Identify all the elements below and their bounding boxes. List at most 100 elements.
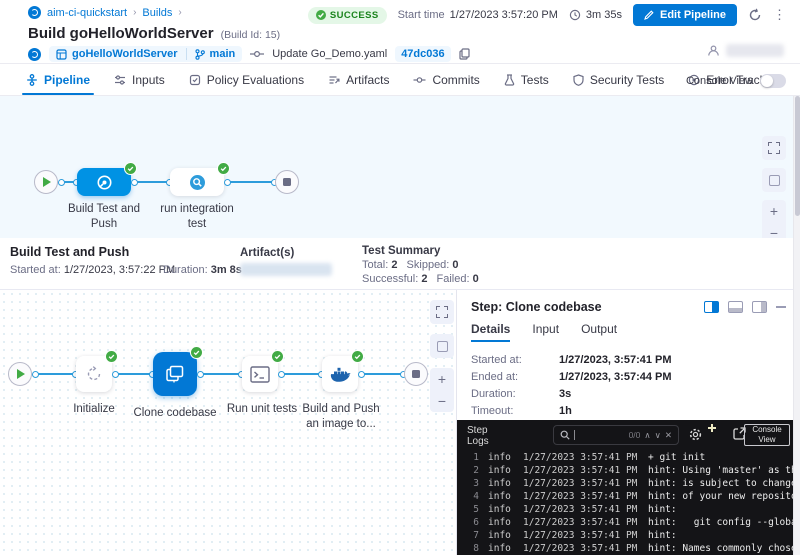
clone-codebase-icon xyxy=(164,363,186,385)
log-line: 7info1/27/2023 3:57:41 PMhint: xyxy=(457,529,800,542)
stage-node-build-test-push[interactable] xyxy=(77,168,131,196)
search-next-icon[interactable]: ∨ xyxy=(655,430,661,441)
tab-label: Inputs xyxy=(132,73,165,87)
fit-to-screen-button[interactable] xyxy=(762,136,786,160)
repo-branch-chip[interactable]: goHelloWorldServer main xyxy=(49,46,242,62)
bottom-layout-icon[interactable] xyxy=(728,301,743,313)
step-panel-title: Step: Clone codebase xyxy=(471,300,602,314)
stage-graph-canvas[interactable]: Build Test and Push run integration test… xyxy=(0,96,800,238)
search-close-icon[interactable]: ✕ xyxy=(665,430,672,441)
started-at-value: 1/27/2023, 3:57:41 PM xyxy=(559,354,672,366)
zoom-in-button[interactable]: + xyxy=(762,200,786,222)
stage-node-run-integration-test[interactable] xyxy=(170,168,224,196)
step-node-run-unit-tests[interactable] xyxy=(242,356,278,392)
tab-details[interactable]: Details xyxy=(471,322,510,342)
reset-view-button[interactable] xyxy=(762,168,786,192)
zoom-out-button[interactable]: − xyxy=(430,390,454,412)
tab-commits[interactable]: Commits xyxy=(401,65,491,95)
start-time: Start time 1/27/2023 3:57:20 PM xyxy=(398,9,558,21)
breadcrumb: aim-ci-quickstart › Builds › xyxy=(28,6,182,19)
tab-inputs[interactable]: Inputs xyxy=(102,65,177,95)
step-success-badge xyxy=(105,350,118,363)
build-id: (Build Id: 15) xyxy=(221,29,281,41)
scrollbar-thumb[interactable] xyxy=(795,96,800,216)
edit-pipeline-button[interactable]: Edit Pipeline xyxy=(633,4,737,26)
flask-icon xyxy=(504,74,515,86)
user-icon xyxy=(707,44,720,57)
stage-label[interactable]: run integration test xyxy=(152,202,242,232)
skipped-value: 0 xyxy=(452,259,458,271)
successful-value: 2 xyxy=(421,273,427,285)
console-view-button[interactable]: Console View xyxy=(744,424,790,446)
breadcrumb-separator: › xyxy=(133,7,136,18)
repo-row: goHelloWorldServer main Update Go_Demo.y… xyxy=(28,46,470,62)
step-node-clone-codebase[interactable] xyxy=(153,352,197,396)
tab-label: Pipeline xyxy=(44,73,90,87)
tab-label: Security Tests xyxy=(590,73,664,87)
fullscreen-icon xyxy=(768,142,780,154)
artifact-link-redacted[interactable] xyxy=(240,263,332,276)
search-prev-icon[interactable]: ∧ xyxy=(644,430,650,441)
successful-label: Successful: xyxy=(362,273,418,285)
commit-hash[interactable]: 47dc036 xyxy=(395,46,450,62)
page-scrollbar[interactable] xyxy=(793,96,800,555)
step-label[interactable]: Run unit tests xyxy=(218,402,306,417)
zoom-in-button[interactable]: + xyxy=(430,368,454,390)
integration-test-stage-icon xyxy=(189,174,206,191)
log-line: 3info1/27/2023 3:57:41 PMhint: is subjec… xyxy=(457,477,800,490)
copy-icon[interactable] xyxy=(459,48,470,60)
breadcrumb-project[interactable]: aim-ci-quickstart xyxy=(47,7,127,19)
tab-input[interactable]: Input xyxy=(532,322,559,342)
step-logs-console: Step Logs 0/0 ∧ ∨ ✕ Console View 1info1/… xyxy=(457,420,800,555)
page-title: Build goHelloWorldServer xyxy=(28,25,214,42)
log-lines[interactable]: 1info1/27/2023 3:57:41 PM+ git init 2inf… xyxy=(457,451,800,555)
status-badge: SUCCESS xyxy=(308,7,387,24)
detail-timeout: Timeout: 1h xyxy=(471,405,572,417)
success-check-icon xyxy=(316,10,326,20)
step-connector xyxy=(361,373,404,375)
log-search-input[interactable]: 0/0 ∧ ∨ ✕ xyxy=(553,425,679,445)
tab-tests[interactable]: Tests xyxy=(492,65,561,95)
pipeline-icon xyxy=(26,74,38,86)
log-settings-gear-icon[interactable] xyxy=(688,427,703,442)
tab-policy-evaluations[interactable]: Policy Evaluations xyxy=(177,65,316,95)
fit-to-screen-button[interactable] xyxy=(430,300,454,324)
test-summary-label: Test Summary xyxy=(362,245,440,257)
minimize-icon[interactable] xyxy=(776,306,786,308)
execution-end-node xyxy=(404,362,428,386)
log-line: 4info1/27/2023 3:57:41 PMhint: of your n… xyxy=(457,490,800,503)
step-label[interactable]: Initialize xyxy=(54,402,134,417)
tab-security-tests[interactable]: Security Tests xyxy=(561,65,676,95)
tab-output[interactable]: Output xyxy=(581,322,617,342)
detail-ended-at: Ended at: 1/27/2023, 3:57:44 PM xyxy=(471,371,672,383)
more-options-icon[interactable]: ⋮ xyxy=(773,7,786,23)
step-node-build-push-image[interactable] xyxy=(322,356,358,392)
stage-success-badge xyxy=(217,162,230,175)
step-label[interactable]: Clone codebase xyxy=(133,406,217,421)
step-label[interactable]: Build and Push an image to... xyxy=(298,402,384,432)
docker-icon xyxy=(329,366,351,383)
chip-divider xyxy=(186,48,187,60)
failed-value: 0 xyxy=(473,273,479,285)
build-tab-bar: Pipeline Inputs Policy Evaluations Artif… xyxy=(0,65,800,96)
tab-pipeline[interactable]: Pipeline xyxy=(14,65,102,95)
reset-view-button[interactable] xyxy=(430,334,454,358)
ci-module-icon xyxy=(28,48,41,61)
stage-duration: Duration: 3m 8s xyxy=(163,264,242,276)
refresh-icon[interactable] xyxy=(748,8,762,22)
commit-message[interactable]: Update Go_Demo.yaml xyxy=(272,48,387,60)
console-view-toggle[interactable] xyxy=(760,74,786,88)
stage-label[interactable]: Build Test and Push xyxy=(59,202,149,232)
split-right-layout-icon[interactable] xyxy=(704,301,719,313)
log-line: 8info1/27/2023 3:57:41 PMhint: Names com… xyxy=(457,542,800,555)
step-connector xyxy=(115,373,153,375)
tab-artifacts[interactable]: Artifacts xyxy=(316,65,401,95)
stage-success-badge xyxy=(124,162,137,175)
breadcrumb-builds[interactable]: Builds xyxy=(142,7,172,19)
terminal-icon xyxy=(250,366,270,383)
tab-label: Policy Evaluations xyxy=(207,73,304,87)
step-node-initialize[interactable] xyxy=(76,356,112,392)
stage-summary-bar: Build Test and Push Started at: 1/27/202… xyxy=(0,238,800,290)
right-layout-icon[interactable] xyxy=(752,301,767,313)
execution-graph-canvas[interactable]: Initialize Clone codebase Run unit tests… xyxy=(0,290,457,555)
